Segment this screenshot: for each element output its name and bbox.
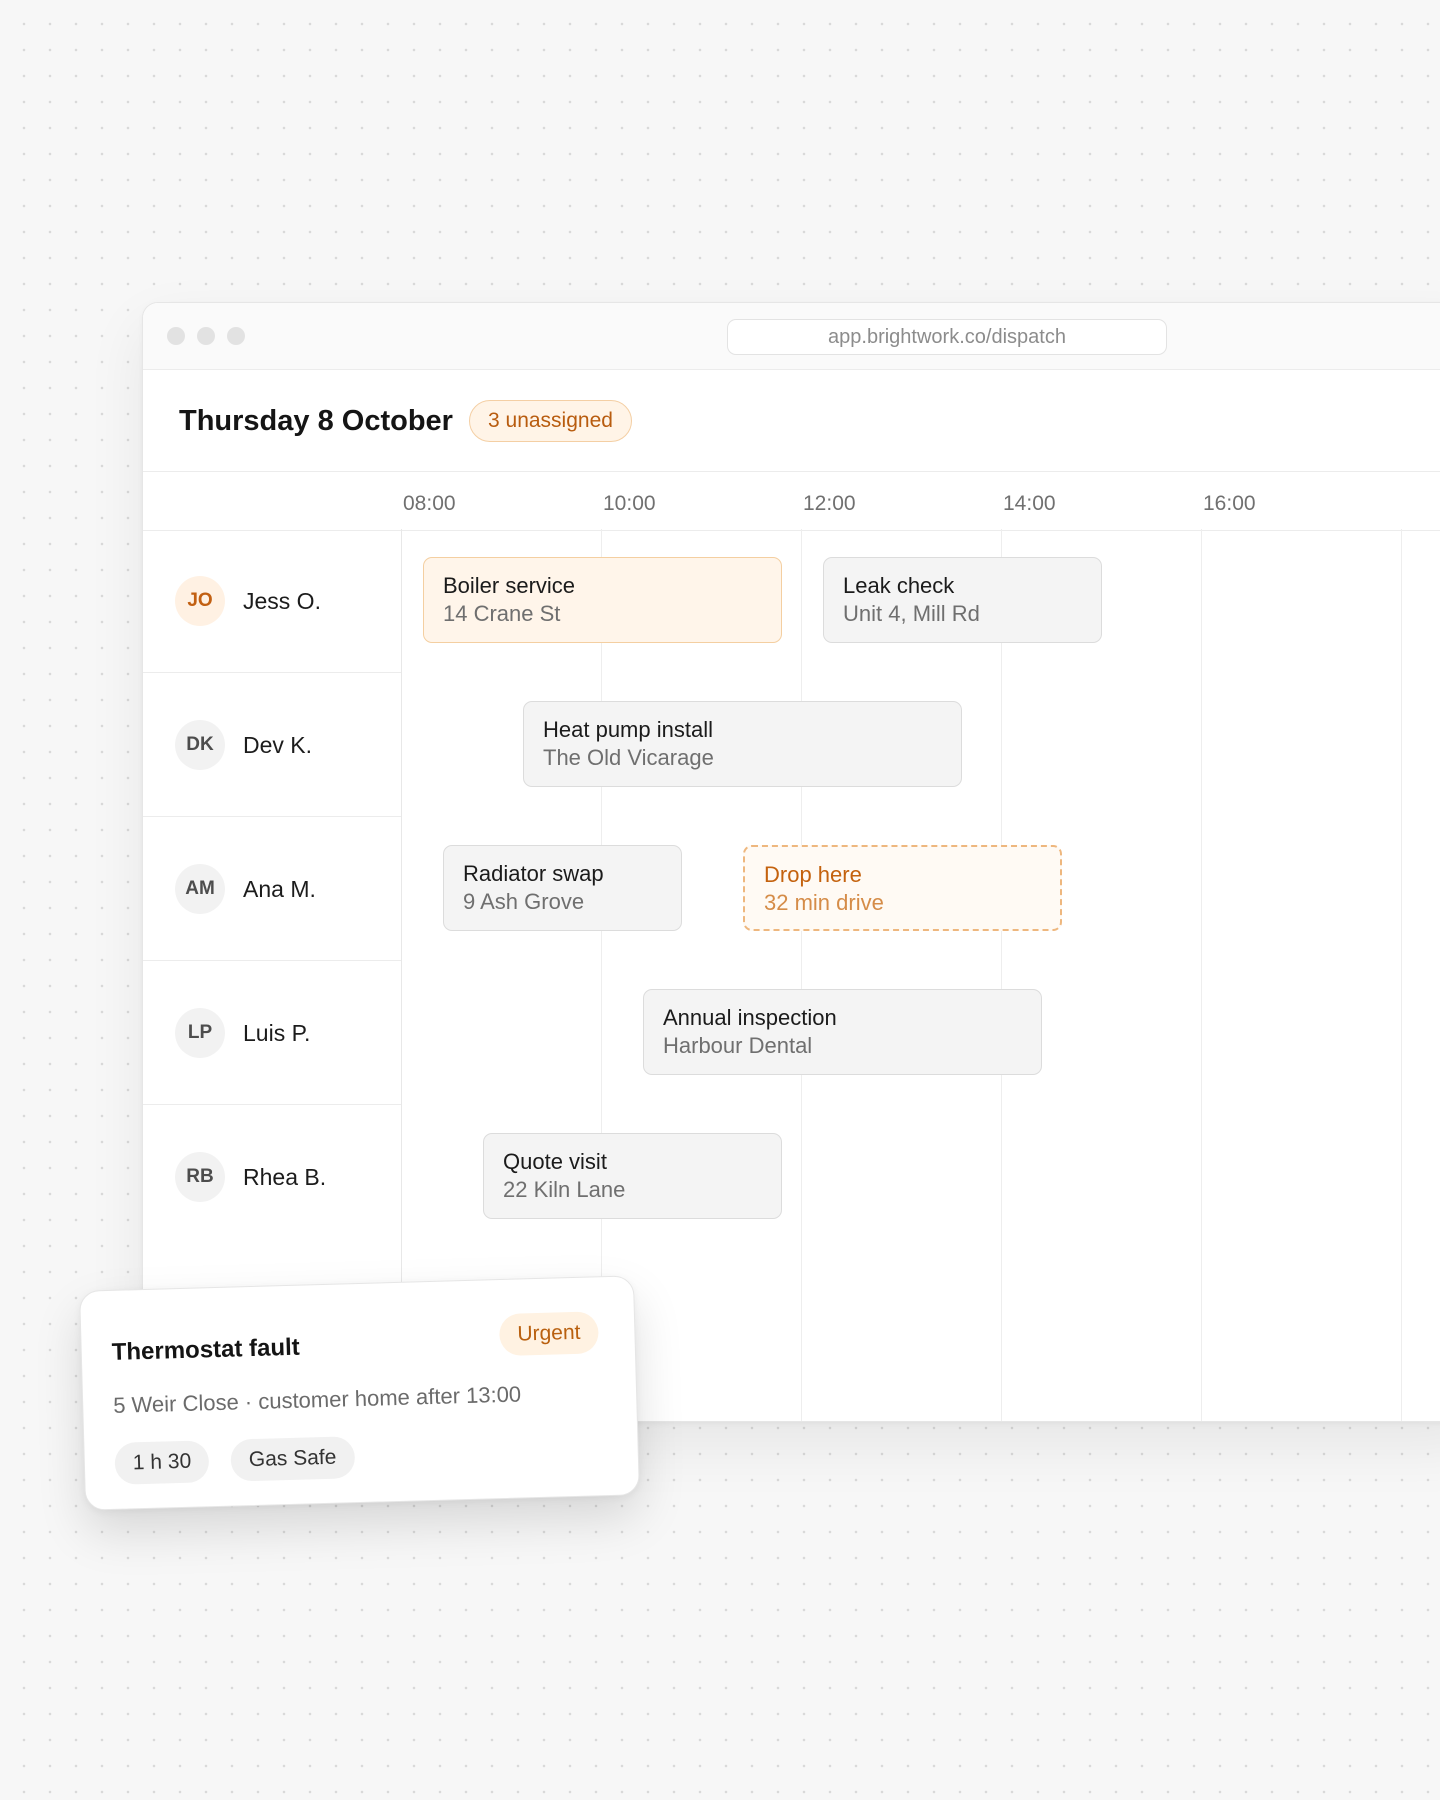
avatar: RB	[175, 1152, 225, 1202]
technician-name[interactable]: Luis P.	[243, 1020, 310, 1047]
job-address: 14 Crane St	[443, 601, 561, 626]
time-tick: 10:00	[603, 492, 656, 515]
technician-name[interactable]: Rhea B.	[243, 1164, 326, 1191]
unassigned-badge[interactable]: 3 unassigned	[469, 400, 632, 442]
job-title: Heat pump install	[543, 717, 713, 742]
address-bar[interactable]: app.brightwork.co/dispatch	[727, 319, 1167, 355]
row-divider	[143, 960, 401, 961]
time-tick: 12:00	[803, 492, 856, 515]
job-address: 22 Kiln Lane	[503, 1177, 626, 1202]
window-close-dot[interactable]	[167, 327, 185, 345]
app-window: app.brightwork.co/dispatch Thursday 8 Oc…	[142, 302, 1440, 1422]
technician-name[interactable]: Jess O.	[243, 588, 321, 615]
job-title: Quote visit	[503, 1149, 607, 1174]
avatar: JO	[175, 576, 225, 626]
grid-line	[1001, 529, 1002, 1421]
job-address: 9 Ash Grove	[463, 889, 585, 914]
job-title: Annual inspection	[663, 1005, 837, 1030]
time-tick: 08:00	[403, 492, 456, 515]
drop-target-slot[interactable]: Drop here 32 min drive	[743, 845, 1062, 931]
row-divider	[143, 672, 401, 673]
technician-name[interactable]: Ana M.	[243, 876, 316, 903]
job-block[interactable]: Heat pump install The Old Vicarage	[523, 701, 962, 787]
avatar: AM	[175, 864, 225, 914]
job-address: The Old Vicarage	[543, 745, 714, 770]
job-block[interactable]: Boiler service 14 Crane St	[423, 557, 782, 643]
time-tick: 14:00	[1003, 492, 1056, 515]
job-block[interactable]: Leak check Unit 4, Mill Rd	[823, 557, 1102, 643]
grid-line	[1201, 529, 1202, 1421]
drop-label: Drop here	[764, 862, 862, 887]
job-address: Harbour Dental	[663, 1033, 813, 1058]
row-divider	[143, 816, 401, 817]
job-block[interactable]: Quote visit 22 Kiln Lane	[483, 1133, 782, 1219]
drive-time: 32 min drive	[764, 890, 884, 915]
card-title: Thermostat fault	[111, 1333, 301, 1366]
window-minimize-dot[interactable]	[197, 327, 215, 345]
job-block[interactable]: Annual inspection Harbour Dental	[643, 989, 1042, 1075]
row-divider	[143, 1104, 401, 1105]
avatar: LP	[175, 1008, 225, 1058]
technician-name[interactable]: Dev K.	[243, 732, 312, 759]
urgent-badge: Urgent	[498, 1311, 599, 1357]
page-title: Thursday 8 October	[179, 405, 453, 437]
window-maximize-dot[interactable]	[227, 327, 245, 345]
grid-line	[801, 529, 802, 1421]
job-title: Leak check	[843, 573, 955, 598]
grid-line	[1401, 529, 1402, 1421]
duration-chip: 1 h 30	[114, 1440, 210, 1485]
browser-chrome: app.brightwork.co/dispatch	[143, 303, 1440, 370]
job-title: Radiator swap	[463, 861, 604, 886]
dragged-job-card[interactable]: Thermostat fault Urgent 5 Weir Close · c…	[79, 1275, 640, 1511]
avatar: DK	[175, 720, 225, 770]
time-axis-header: 08:00 10:00 12:00 14:00 16:00	[143, 471, 1440, 531]
job-title: Boiler service	[443, 573, 576, 598]
job-block[interactable]: Radiator swap 9 Ash Grove	[443, 845, 682, 931]
skill-chip: Gas Safe	[230, 1436, 355, 1482]
card-details: 5 Weir Close · customer home after 13:00	[112, 1381, 522, 1418]
time-tick: 16:00	[1203, 492, 1256, 515]
job-address: Unit 4, Mill Rd	[843, 601, 980, 626]
